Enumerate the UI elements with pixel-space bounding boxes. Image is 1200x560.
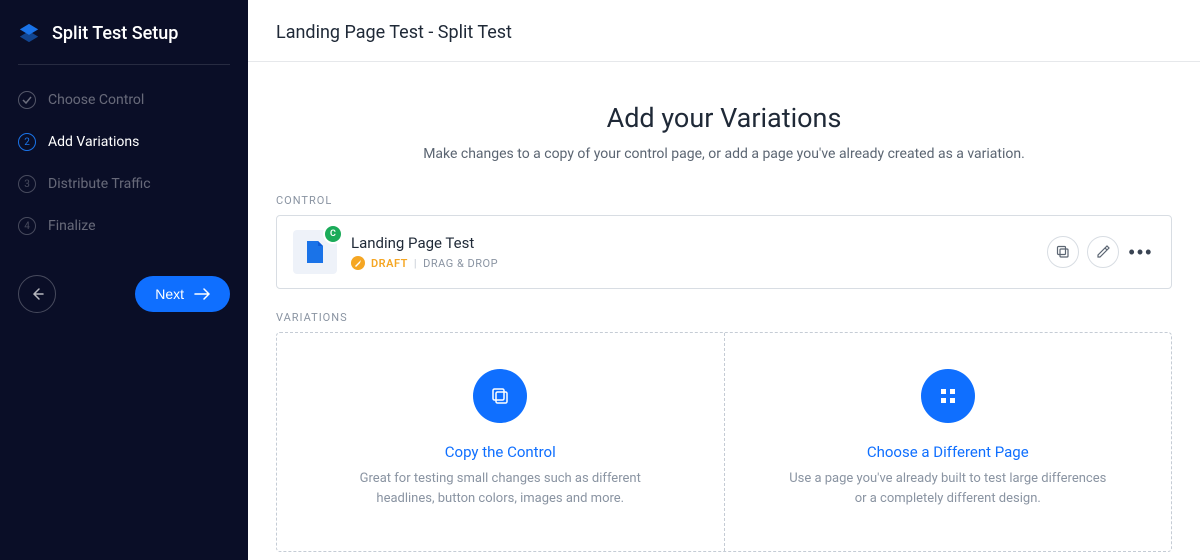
step-number: 2 [18, 133, 36, 151]
variations-panel: Copy the Control Great for testing small… [276, 332, 1172, 552]
meta-separator: | [414, 257, 417, 270]
sidebar-title: Split Test Setup [52, 23, 178, 44]
step-finalize[interactable]: 4 Finalize [0, 205, 248, 247]
section-subheading: Make changes to a copy of your control p… [276, 146, 1172, 162]
step-label: Add Variations [48, 134, 139, 150]
sidebar: Split Test Setup Choose Control 2 Add Va… [0, 0, 248, 560]
step-number: 4 [18, 217, 36, 235]
control-badge: C [323, 224, 343, 244]
more-icon: ••• [1129, 242, 1154, 263]
control-section-label: CONTROL [276, 194, 1172, 207]
pencil-icon [1096, 245, 1110, 259]
option-title: Copy the Control [337, 443, 664, 461]
main-header: Landing Page Test - Split Test [248, 0, 1200, 62]
next-button[interactable]: Next [135, 276, 230, 312]
section-heading: Add your Variations [276, 102, 1172, 134]
arrow-right-icon [194, 288, 210, 300]
control-name: Landing Page Test [351, 234, 1047, 252]
main: Landing Page Test - Split Test Add your … [248, 0, 1200, 560]
copy-icon [1056, 245, 1070, 259]
layers-icon [18, 22, 40, 44]
more-button[interactable]: ••• [1127, 238, 1155, 266]
page-title: Landing Page Test - Split Test [276, 22, 1172, 43]
step-distribute-traffic[interactable]: 3 Distribute Traffic [0, 163, 248, 205]
sidebar-header: Split Test Setup [0, 0, 248, 64]
step-label: Finalize [48, 218, 96, 234]
option-description: Use a page you've already built to test … [785, 469, 1112, 508]
control-info: Landing Page Test DRAFT | DRAG & DROP [351, 234, 1047, 270]
choose-option-icon-wrap [921, 369, 975, 423]
option-title: Choose a Different Page [785, 443, 1112, 461]
divider [18, 64, 230, 65]
choose-page-option[interactable]: Choose a Different Page Use a page you'v… [725, 333, 1172, 551]
variations-section-label: VARIATIONS [276, 311, 1172, 324]
copy-button[interactable] [1047, 236, 1079, 268]
control-actions: ••• [1047, 236, 1155, 268]
page-thumbnail: C [293, 230, 337, 274]
edit-button[interactable] [1087, 236, 1119, 268]
page-icon [304, 239, 326, 265]
step-list: Choose Control 2 Add Variations 3 Distri… [0, 75, 248, 247]
status-text: DRAFT [371, 257, 408, 270]
next-button-label: Next [155, 286, 184, 302]
control-meta: DRAFT | DRAG & DROP [351, 256, 1047, 270]
sidebar-nav: Next [0, 247, 248, 313]
step-label: Choose Control [48, 92, 144, 108]
draft-status-icon [351, 256, 365, 270]
step-add-variations[interactable]: 2 Add Variations [0, 121, 248, 163]
control-card: C Landing Page Test DRAFT | DRAG & DROP [276, 215, 1172, 289]
builder-type: DRAG & DROP [423, 257, 498, 270]
check-icon [18, 91, 36, 109]
step-number: 3 [18, 175, 36, 193]
main-body: Add your Variations Make changes to a co… [248, 62, 1200, 560]
copy-option-icon-wrap [473, 369, 527, 423]
copy-control-option[interactable]: Copy the Control Great for testing small… [277, 333, 725, 551]
arrow-left-icon [29, 286, 45, 302]
step-label: Distribute Traffic [48, 176, 151, 192]
step-choose-control[interactable]: Choose Control [0, 79, 248, 121]
copy-icon [490, 386, 510, 406]
option-description: Great for testing small changes such as … [337, 469, 664, 508]
back-button[interactable] [18, 275, 56, 313]
grid-icon [939, 387, 957, 405]
